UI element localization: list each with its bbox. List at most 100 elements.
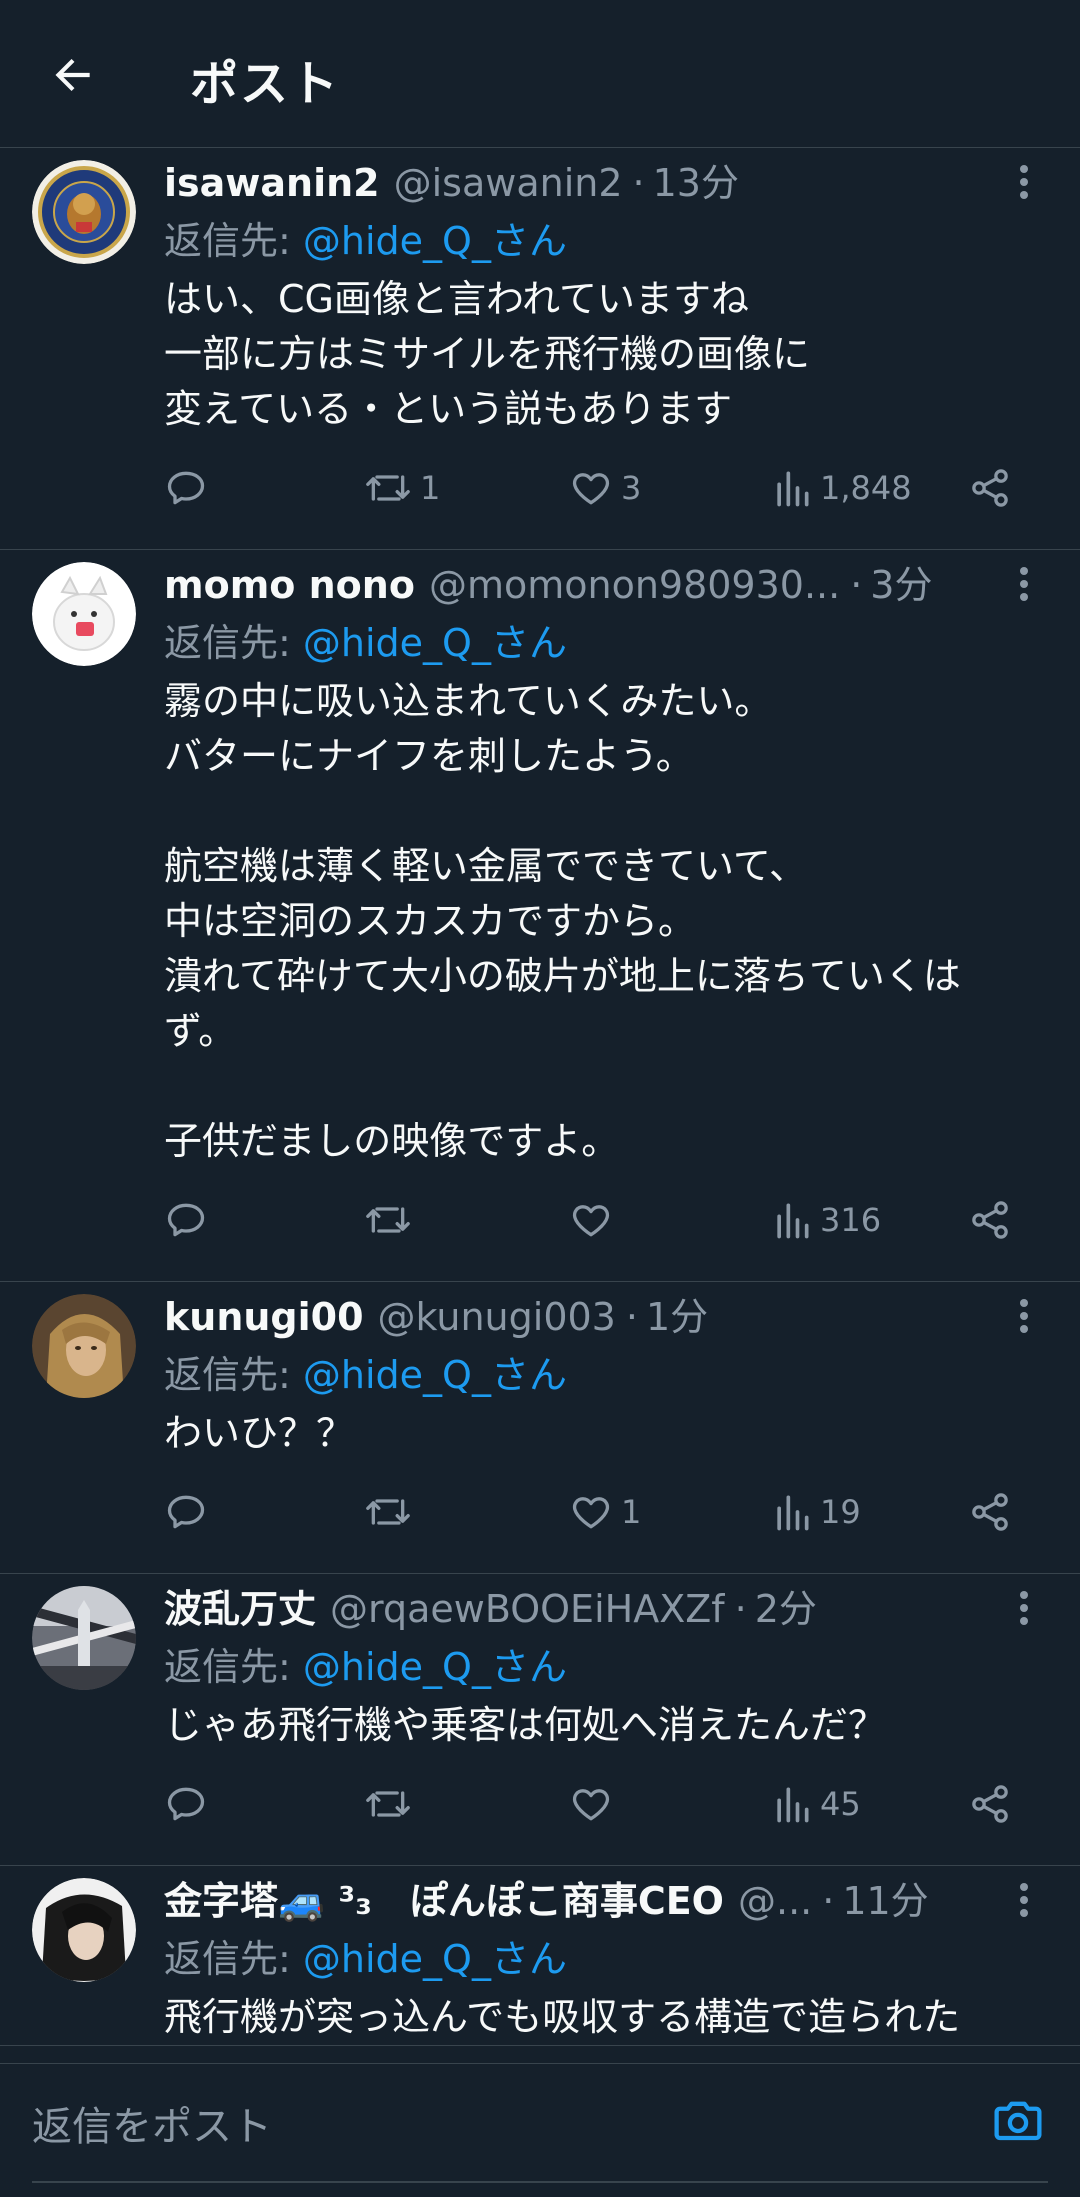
author-name[interactable]: momo nono bbox=[164, 563, 415, 607]
author-handle[interactable]: @momonon980930... bbox=[429, 563, 840, 607]
author-handle[interactable]: @rqaewBOOEiHAXZf bbox=[330, 1587, 725, 1631]
reply-button[interactable] bbox=[164, 1487, 208, 1537]
views-count: 45 bbox=[820, 1785, 861, 1823]
author-name[interactable]: isawanin2 bbox=[164, 161, 380, 205]
reply-label: 返信先: bbox=[164, 1645, 291, 1689]
views-count: 1,848 bbox=[820, 469, 912, 507]
replies-feed[interactable]: isawanin2 @isawanin2 · 13分 返信先: @hide_Q_… bbox=[0, 148, 1080, 2063]
reply-target-link[interactable]: @hide_Q_さん bbox=[303, 219, 567, 263]
separator-dot: · bbox=[850, 563, 863, 607]
author-name[interactable]: 金字塔🚙 ³₃ ぽんぽこ商事CEO bbox=[164, 1870, 724, 1925]
share-icon bbox=[972, 1201, 1008, 1239]
back-button[interactable] bbox=[38, 40, 108, 110]
avatar[interactable] bbox=[32, 1294, 136, 1398]
timestamp[interactable]: 11分 bbox=[842, 1870, 928, 1925]
tweet-text: 霧の中に吸い込まれていくみたい。 バターにナイフを刺したよう。 航空機は薄く軽い… bbox=[164, 679, 961, 1163]
reply-target-link[interactable]: @hide_Q_さん bbox=[303, 1645, 567, 1689]
reply-input[interactable]: 返信をポスト bbox=[32, 2094, 272, 2152]
like-button[interactable]: 1 bbox=[569, 1487, 641, 1537]
share-icon bbox=[972, 469, 1008, 507]
reply-context: 返信先: @hide_Q_さん bbox=[164, 614, 1044, 672]
like-button[interactable]: 3 bbox=[569, 463, 641, 513]
reply-button[interactable] bbox=[164, 1779, 208, 1829]
more-options-button[interactable] bbox=[1004, 564, 1044, 604]
retweet-button[interactable]: 1 bbox=[364, 463, 440, 513]
tweet[interactable]: momo nono @momonon980930... · 3分 返信先: @h… bbox=[0, 550, 1080, 1282]
page-title: ポスト bbox=[190, 56, 341, 112]
timestamp[interactable]: 3分 bbox=[870, 554, 932, 609]
more-options-button[interactable] bbox=[1004, 1588, 1044, 1628]
like-button[interactable] bbox=[569, 1195, 621, 1245]
reply-context: 返信先: @hide_Q_さん bbox=[164, 1346, 1044, 1404]
retweet-count: 1 bbox=[420, 469, 441, 507]
share-button[interactable] bbox=[968, 1779, 1012, 1829]
reply-icon bbox=[167, 1787, 205, 1821]
retweet-button[interactable] bbox=[364, 1195, 420, 1245]
views-icon bbox=[777, 471, 809, 507]
avatar[interactable] bbox=[32, 160, 136, 264]
separator-dot: · bbox=[822, 1879, 835, 1923]
views-button[interactable]: 1,848 bbox=[772, 463, 912, 513]
reply-icon bbox=[167, 1203, 205, 1237]
reply-icon bbox=[167, 471, 205, 505]
more-vertical-icon bbox=[1020, 165, 1028, 199]
tweet-body: 波乱万丈 @rqaewBOOEiHAXZf · 2分 返信先: @hide_Q_… bbox=[164, 1574, 1044, 1865]
separator-dot: · bbox=[625, 1295, 638, 1339]
reply-button[interactable] bbox=[164, 463, 208, 513]
tweet[interactable]: kunugi00 @kunugi003 · 1分 返信先: @hide_Q_さん… bbox=[0, 1282, 1080, 1574]
more-options-button[interactable] bbox=[1004, 1296, 1044, 1336]
like-button[interactable] bbox=[569, 1779, 621, 1829]
tweet-text: わいひ？？ bbox=[164, 1411, 355, 1455]
tweet-header: 波乱万丈 @rqaewBOOEiHAXZf · 2分 bbox=[164, 1578, 1044, 1638]
author-handle[interactable]: @kunugi003 bbox=[378, 1295, 616, 1339]
timestamp[interactable]: 2分 bbox=[755, 1578, 817, 1633]
tweet[interactable]: 波乱万丈 @rqaewBOOEiHAXZf · 2分 返信先: @hide_Q_… bbox=[0, 1574, 1080, 1866]
reply-target-link[interactable]: @hide_Q_さん bbox=[303, 1353, 567, 1397]
reply-context: 返信先: @hide_Q_さん bbox=[164, 212, 1044, 270]
author-handle[interactable]: @... bbox=[738, 1879, 812, 1923]
views-button[interactable]: 45 bbox=[772, 1779, 861, 1829]
tweet-text: はい、CG画像と言われていますね 一部に方はミサイルを飛行機の画像に 変えている… bbox=[164, 277, 811, 431]
retweet-button[interactable] bbox=[364, 1487, 420, 1537]
retweet-button[interactable] bbox=[364, 1779, 420, 1829]
more-options-button[interactable] bbox=[1004, 162, 1044, 202]
retweet-icon bbox=[366, 475, 410, 501]
timestamp[interactable]: 13分 bbox=[653, 152, 739, 207]
tweet[interactable]: isawanin2 @isawanin2 · 13分 返信先: @hide_Q_… bbox=[0, 148, 1080, 550]
views-icon bbox=[777, 1495, 809, 1531]
share-icon bbox=[972, 1493, 1008, 1531]
views-count: 316 bbox=[820, 1201, 882, 1239]
reply-target-link[interactable]: @hide_Q_さん bbox=[303, 1937, 567, 1981]
share-button[interactable] bbox=[968, 1195, 1012, 1245]
tweet-body: momo nono @momonon980930... · 3分 返信先: @h… bbox=[164, 550, 1044, 1281]
author-name[interactable]: 波乱万丈 bbox=[164, 1578, 316, 1633]
views-icon bbox=[777, 1203, 809, 1239]
heart-icon bbox=[572, 473, 610, 505]
share-button[interactable] bbox=[968, 463, 1012, 513]
retweet-icon bbox=[366, 1499, 410, 1525]
share-icon bbox=[972, 1785, 1008, 1823]
tweet-actions: 45 bbox=[164, 1753, 1044, 1865]
reply-button[interactable] bbox=[164, 1195, 208, 1245]
reply-context: 返信先: @hide_Q_さん bbox=[164, 1930, 1044, 1988]
camera-button[interactable] bbox=[988, 2090, 1048, 2150]
more-vertical-icon bbox=[1020, 567, 1028, 601]
author-name[interactable]: kunugi00 bbox=[164, 1295, 364, 1339]
tweet-body: isawanin2 @isawanin2 · 13分 返信先: @hide_Q_… bbox=[164, 148, 1044, 549]
avatar[interactable] bbox=[32, 562, 136, 666]
author-handle[interactable]: @isawanin2 bbox=[394, 161, 623, 205]
views-button[interactable]: 316 bbox=[772, 1195, 881, 1245]
tweet[interactable]: 金字塔🚙 ³₃ ぽんぽこ商事CEO @... · 11分 返信先: @hide_… bbox=[0, 1866, 1080, 2046]
reply-target-link[interactable]: @hide_Q_さん bbox=[303, 621, 567, 665]
avatar[interactable] bbox=[32, 1878, 136, 1982]
top-bar: ポスト bbox=[0, 0, 1080, 148]
more-options-button[interactable] bbox=[1004, 1880, 1044, 1920]
timestamp[interactable]: 1分 bbox=[646, 1286, 708, 1341]
separator-dot: · bbox=[632, 161, 645, 205]
tweet-header: kunugi00 @kunugi003 · 1分 bbox=[164, 1286, 1044, 1346]
views-button[interactable]: 19 bbox=[772, 1487, 861, 1537]
avatar[interactable] bbox=[32, 1586, 136, 1690]
views-icon bbox=[777, 1787, 809, 1823]
reply-label: 返信先: bbox=[164, 219, 291, 263]
share-button[interactable] bbox=[968, 1487, 1012, 1537]
